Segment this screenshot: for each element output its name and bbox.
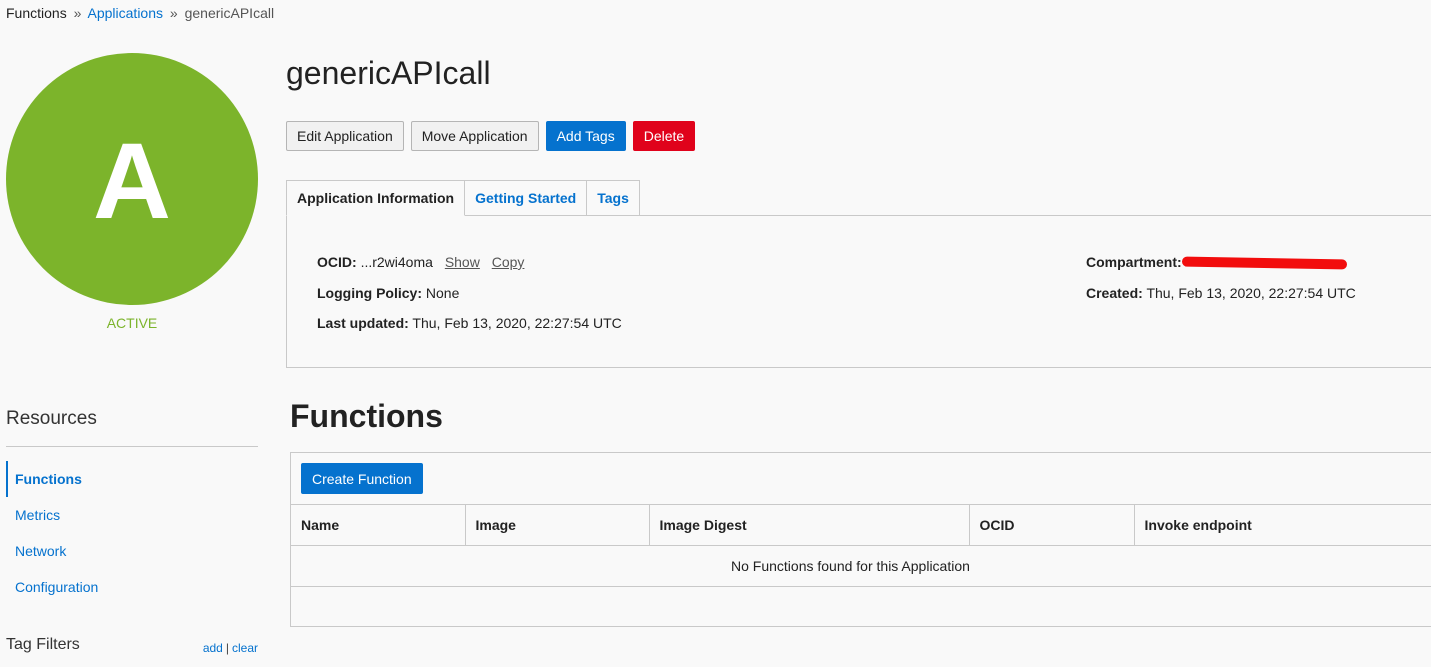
column-header-image[interactable]: Image xyxy=(465,504,650,546)
created-value: Thu, Feb 13, 2020, 22:27:54 UTC xyxy=(1146,285,1356,301)
tag-filters: Tag Filters add | clear xyxy=(6,636,258,655)
breadcrumb-functions: Functions xyxy=(6,5,67,21)
compartment-label: Compartment: xyxy=(1086,254,1182,270)
table-row: No Functions found for this Application xyxy=(291,545,1431,587)
breadcrumb-applications-link[interactable]: Applications xyxy=(88,5,164,21)
breadcrumb: Functions » Applications » genericAPIcal… xyxy=(6,5,274,21)
tab-getting-started[interactable]: Getting Started xyxy=(464,180,588,215)
avatar-letter: A xyxy=(93,120,171,241)
edit-application-button[interactable]: Edit Application xyxy=(286,121,404,151)
tag-filter-clear-link[interactable]: clear xyxy=(232,641,258,655)
create-function-button[interactable]: Create Function xyxy=(301,463,423,494)
resources-item-configuration[interactable]: Configuration xyxy=(6,569,258,605)
last-updated-row: Last updated: Thu, Feb 13, 2020, 22:27:5… xyxy=(317,315,622,331)
compartment-redaction xyxy=(1181,256,1347,270)
resources-divider xyxy=(6,446,258,447)
resources-item-metrics[interactable]: Metrics xyxy=(6,497,258,533)
table-header-row: Name Image Image Digest OCID Invoke endp… xyxy=(291,504,1431,546)
ocid-value: ...r2wi4oma xyxy=(360,254,433,270)
application-avatar: A xyxy=(6,53,258,305)
created-row: Created: Thu, Feb 13, 2020, 22:27:54 UTC xyxy=(1086,285,1356,301)
logging-policy-row: Logging Policy: None xyxy=(317,285,459,301)
last-updated-value: Thu, Feb 13, 2020, 22:27:54 UTC xyxy=(412,315,622,331)
compartment-row: Compartment: xyxy=(1086,254,1347,270)
ocid-row: OCID: ...r2wi4oma Show Copy xyxy=(317,254,524,270)
page-title: genericAPIcall xyxy=(286,55,491,91)
logging-policy-value: None xyxy=(425,285,460,301)
last-updated-label: Last updated: xyxy=(317,315,409,331)
tag-filter-actions: add | clear xyxy=(203,641,258,655)
delete-button[interactable]: Delete xyxy=(632,121,696,151)
column-header-invoke-endpoint[interactable]: Invoke endpoint xyxy=(1134,504,1431,546)
column-header-image-digest[interactable]: Image Digest xyxy=(649,504,970,546)
status-label: ACTIVE xyxy=(106,315,158,331)
breadcrumb-separator: » xyxy=(73,5,82,21)
functions-panel: Create Function Name Image Image Digest … xyxy=(290,452,1431,627)
column-header-ocid[interactable]: OCID xyxy=(969,504,1135,546)
resources-nav: Functions Metrics Network Configuration xyxy=(6,461,258,605)
add-tags-button[interactable]: Add Tags xyxy=(545,121,626,151)
application-info-panel: OCID: ...r2wi4oma Show Copy Logging Poli… xyxy=(286,215,1431,368)
functions-table: Name Image Image Digest OCID Invoke endp… xyxy=(291,504,1431,587)
created-label: Created: xyxy=(1086,285,1143,301)
ocid-show-link[interactable]: Show xyxy=(445,254,480,270)
tag-filter-add-link[interactable]: add xyxy=(203,641,223,655)
action-buttons: Edit Application Move Application Add Ta… xyxy=(286,121,696,151)
empty-table-message: No Functions found for this Application xyxy=(291,545,1431,587)
tag-filters-title: Tag Filters xyxy=(6,636,80,653)
ocid-label: OCID: xyxy=(317,254,357,270)
tab-tags[interactable]: Tags xyxy=(586,180,640,215)
detail-tabs: Application Information Getting Started … xyxy=(286,180,640,216)
tag-filter-divider: | xyxy=(225,641,229,655)
tab-application-information[interactable]: Application Information xyxy=(286,180,466,216)
resources-item-network[interactable]: Network xyxy=(6,533,258,569)
column-header-name[interactable]: Name xyxy=(291,504,466,546)
resources-title: Resources xyxy=(6,408,97,429)
resources-item-functions[interactable]: Functions xyxy=(6,461,258,497)
breadcrumb-current: genericAPIcall xyxy=(184,5,275,21)
ocid-copy-link[interactable]: Copy xyxy=(492,254,525,270)
breadcrumb-separator: » xyxy=(169,5,178,21)
functions-section-title: Functions xyxy=(290,398,443,434)
logging-policy-label: Logging Policy: xyxy=(317,285,422,301)
move-application-button[interactable]: Move Application xyxy=(410,121,539,151)
